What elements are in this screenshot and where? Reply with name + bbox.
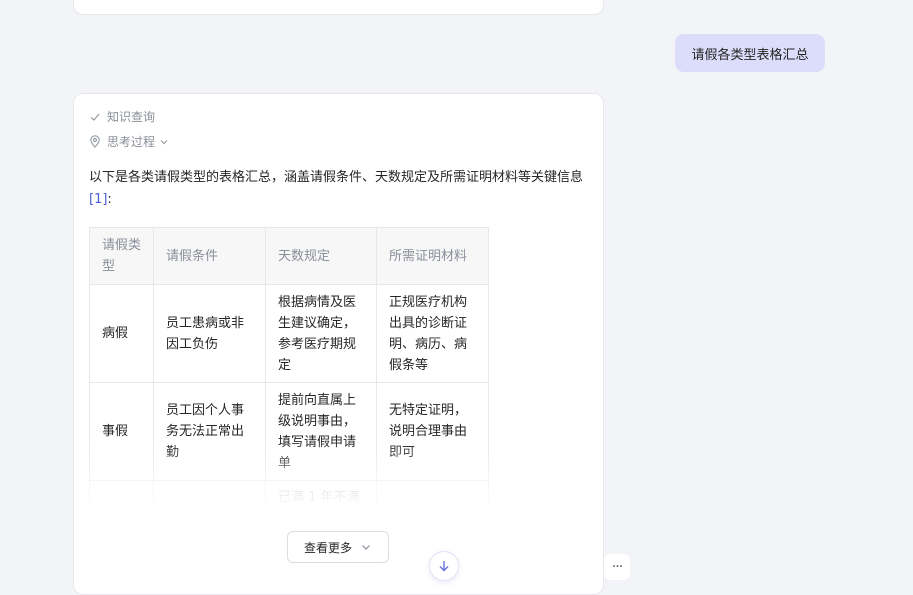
show-more-button[interactable]: 查看更多	[287, 531, 389, 563]
table-cell	[153, 480, 266, 511]
column-header: 请假类型	[89, 227, 154, 285]
answer-intro-text: 以下是各类请假类型的表格汇总，涵盖请假条件、天数规定及所需证明材料等关键信息	[89, 170, 584, 185]
citation-link[interactable]: [1]	[89, 192, 107, 207]
answer-card: 知识查询 思考过程 以下是各类请假类型的表格汇总，涵盖请假条件、天数规定及所需证…	[73, 93, 604, 595]
more-actions-button[interactable]: ···	[604, 554, 630, 580]
column-header: 请假条件	[153, 227, 266, 285]
table-row: 病假 员工患病或非因工负伤 根据病情及医生建议确定，参考医疗期规定 正规医疗机构…	[89, 284, 489, 383]
user-message-bubble: 请假各类型表格汇总	[675, 34, 825, 72]
table-cell: 病假	[89, 284, 154, 383]
answer-intro: 以下是各类请假类型的表格汇总，涵盖请假条件、天数规定及所需证明材料等关键信息 [1…	[89, 167, 589, 211]
thinking-process-label: 思考过程	[107, 135, 156, 149]
table-row: 事假 员工因个人事务无法正常出勤 提前向直属上级说明事由，填写请假申请单 无特定…	[89, 382, 489, 481]
table-cell: 员工患病或非因工负伤	[153, 284, 266, 383]
knowledge-search-label: 知识查询	[107, 110, 156, 124]
previous-answer-card	[73, 0, 604, 15]
column-header: 所需证明材料	[376, 227, 489, 285]
show-more-label: 查看更多	[303, 540, 352, 555]
table-row: 已满 1 年不满 10 年，5	[89, 480, 489, 511]
table-cell: 正规医疗机构出具的诊断证明、病历、病假条等	[376, 284, 489, 383]
table-cell: 无特定证明，说明合理事由即可	[376, 382, 489, 481]
thinking-process-toggle[interactable]: 思考过程	[89, 133, 175, 150]
table-cell: 员工因个人事务无法正常出勤	[153, 382, 266, 481]
arrow-down-icon	[439, 561, 449, 572]
leave-types-table: 请假类型 请假条件 天数规定 所需证明材料 病假 员工患病或非因工负伤 根据病情…	[89, 227, 489, 511]
table-cell	[376, 480, 489, 511]
knowledge-search-status: 知识查询	[89, 108, 155, 125]
leave-types-table-container: 请假类型 请假条件 天数规定 所需证明材料 病假 员工患病或非因工负伤 根据病情…	[89, 227, 489, 511]
location-pin-icon	[90, 135, 100, 148]
user-message-text: 请假各类型表格汇总	[691, 47, 809, 63]
column-header: 天数规定	[265, 227, 377, 285]
table-cell: 提前向直属上级说明事由，填写请假申请单	[265, 382, 377, 481]
table-cell	[89, 480, 154, 511]
table-header-row: 请假类型 请假条件 天数规定 所需证明材料	[89, 227, 489, 285]
table-cell: 根据病情及医生建议确定，参考医疗期规定	[265, 284, 377, 383]
check-icon	[90, 113, 100, 121]
answer-intro-suffix: :	[107, 192, 112, 207]
table-cell: 已满 1 年不满 10 年，5	[265, 480, 377, 511]
table-cell: 事假	[89, 382, 154, 481]
chevron-down-icon	[160, 139, 168, 144]
chevron-down-icon	[362, 545, 370, 550]
scroll-to-bottom-button[interactable]	[429, 551, 459, 581]
more-actions-icon: ···	[611, 559, 623, 575]
